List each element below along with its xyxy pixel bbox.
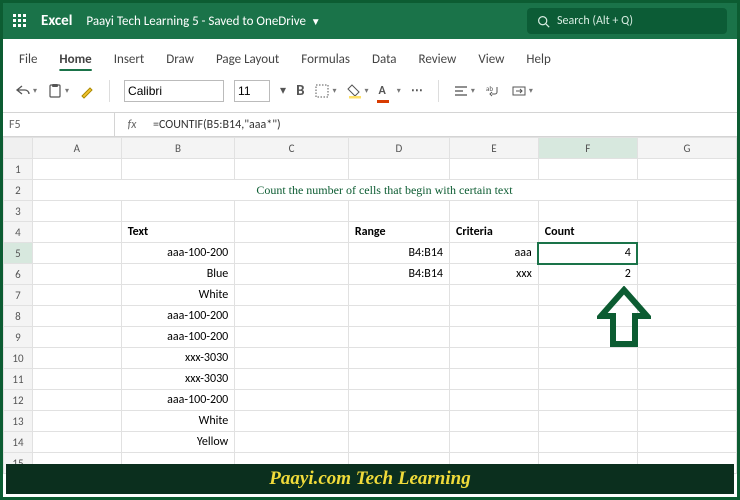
cell: aaa-100-200 — [121, 327, 235, 348]
wrap-text-button[interactable]: ab — [485, 83, 501, 99]
col-header[interactable]: E — [449, 138, 538, 159]
svg-text:ab: ab — [486, 84, 493, 93]
font-name-select[interactable] — [124, 80, 224, 102]
col-header[interactable]: F — [538, 138, 637, 159]
row-header[interactable]: 3 — [4, 201, 33, 222]
col-header[interactable]: C — [235, 138, 349, 159]
cell: Criteria — [449, 222, 538, 243]
cell: aaa — [449, 243, 538, 264]
tab-help[interactable]: Help — [526, 52, 550, 67]
row-header[interactable]: 7 — [4, 285, 33, 306]
cell: xxx — [449, 264, 538, 285]
row-header[interactable]: 14 — [4, 432, 33, 453]
cell: xxx-3030 — [121, 369, 235, 390]
ribbon-tabs: File Home Insert Draw Page Layout Formul… — [3, 39, 737, 71]
row-header[interactable]: 5 — [4, 243, 33, 264]
up-arrow-annotation — [597, 286, 651, 352]
doc-title: Paayi Tech Learning 5 — [86, 14, 198, 29]
row-header[interactable]: 10 — [4, 348, 33, 369]
row-header[interactable]: 6 — [4, 264, 33, 285]
cell: B4:B14 — [348, 264, 449, 285]
cell: xxx-3030 — [121, 348, 235, 369]
fx-label[interactable]: fx — [115, 118, 149, 132]
paste-button[interactable]: ▾ — [47, 83, 69, 99]
save-state: Saved to OneDrive — [208, 14, 306, 29]
cell: aaa-100-200 — [121, 306, 235, 327]
format-painter-button[interactable] — [79, 83, 95, 99]
row-header[interactable]: 12 — [4, 390, 33, 411]
row-header[interactable]: 4 — [4, 222, 33, 243]
cell: Count — [538, 222, 637, 243]
align-button[interactable]: ▾ — [453, 83, 475, 99]
row-header[interactable]: 8 — [4, 306, 33, 327]
col-header[interactable]: A — [32, 138, 121, 159]
bold-button[interactable]: B — [296, 82, 304, 100]
formula-bar[interactable]: =COUNTIF(B5:B14,"aaa*") — [149, 118, 737, 132]
cell: aaa-100-200 — [121, 243, 235, 264]
row-header[interactable]: 2 — [4, 180, 33, 201]
font-size-more[interactable]: ▾ — [280, 83, 286, 98]
app-name: Excel — [41, 12, 72, 30]
merge-button[interactable]: ▾ — [511, 83, 533, 99]
cell: Blue — [121, 264, 235, 285]
cell: Text — [121, 222, 235, 243]
tab-home[interactable]: Home — [59, 52, 91, 67]
tab-file[interactable]: File — [19, 52, 37, 67]
row-header[interactable]: 13 — [4, 411, 33, 432]
name-box[interactable]: F5 — [3, 113, 115, 136]
row-header[interactable]: 11 — [4, 369, 33, 390]
row-header[interactable]: 1 — [4, 159, 33, 180]
doc-title-group[interactable]: Paayi Tech Learning 5 - Saved to OneDriv… — [86, 14, 320, 29]
search-input[interactable]: Search (Alt + Q) — [527, 8, 727, 34]
col-header[interactable]: B — [121, 138, 235, 159]
cell: White — [121, 285, 235, 306]
tab-insert[interactable]: Insert — [114, 52, 145, 67]
footer-watermark: Paayi.com Tech Learning — [6, 464, 734, 494]
fill-color-button[interactable]: ▾ — [347, 83, 369, 99]
cell: Range — [348, 222, 449, 243]
active-cell: 4 — [538, 243, 637, 264]
tab-review[interactable]: Review — [419, 52, 457, 67]
sheet-title[interactable]: Count the number of cells that begin wit… — [32, 180, 736, 201]
cell: aaa-100-200 — [121, 390, 235, 411]
cell: White — [121, 411, 235, 432]
cell: Yellow — [121, 432, 235, 453]
col-header[interactable]: D — [348, 138, 449, 159]
font-color-button[interactable]: A▾ — [379, 83, 401, 98]
cell: B4:B14 — [348, 243, 449, 264]
apps-icon[interactable] — [13, 14, 27, 28]
row-header[interactable]: 9 — [4, 327, 33, 348]
cell: 2 — [538, 264, 637, 285]
select-all-corner[interactable] — [4, 138, 33, 159]
tab-view[interactable]: View — [478, 52, 504, 67]
borders-button[interactable]: ▾ — [314, 83, 336, 99]
tab-data[interactable]: Data — [372, 52, 397, 67]
title-bar: Excel Paayi Tech Learning 5 - Saved to O… — [3, 3, 737, 39]
formula-bar-row: F5 fx =COUNTIF(B5:B14,"aaa*") — [3, 113, 737, 137]
col-header[interactable]: G — [637, 138, 736, 159]
worksheet[interactable]: A B C D E F G 1 2Count the number of cel… — [3, 137, 737, 474]
more-font-button[interactable]: ⋯ — [411, 83, 424, 98]
ribbon: ▾ ▾ ▾ B ▾ ▾ A▾ ⋯ ▾ ab ▾ — [3, 71, 737, 113]
tab-page-layout[interactable]: Page Layout — [216, 52, 279, 67]
tab-draw[interactable]: Draw — [166, 52, 194, 67]
chevron-down-icon: ▼ — [311, 15, 321, 28]
undo-button[interactable]: ▾ — [15, 83, 37, 99]
tab-formulas[interactable]: Formulas — [301, 52, 350, 67]
font-size-select[interactable] — [234, 80, 270, 102]
search-icon — [537, 15, 550, 28]
